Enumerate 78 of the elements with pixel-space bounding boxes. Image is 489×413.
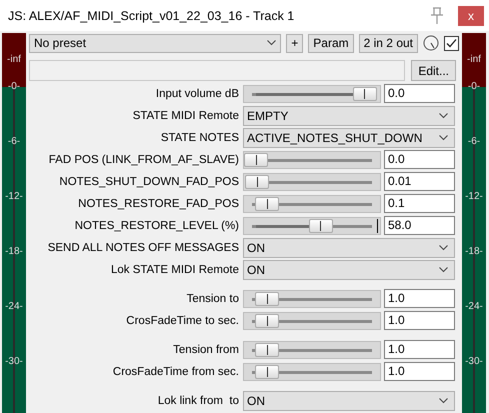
chevron-icon <box>439 266 448 272</box>
slider-track[interactable] <box>243 290 381 308</box>
chevron-icon <box>267 40 276 46</box>
dropdown[interactable]: ON <box>243 390 455 410</box>
preset-dropdown[interactable]: No preset <box>29 34 282 52</box>
slider-track[interactable] <box>243 216 381 234</box>
text-field[interactable] <box>29 60 406 81</box>
slider-track[interactable] <box>243 172 381 190</box>
pin-icon[interactable] <box>430 6 444 24</box>
meter-label: -inf <box>467 55 481 65</box>
value-field[interactable]: 1.0 <box>384 289 455 308</box>
meter-label: -18- <box>5 247 23 257</box>
dropdown[interactable]: ON <box>243 238 455 258</box>
meter-label: -30- <box>465 357 483 367</box>
slider-thumb[interactable] <box>308 218 333 232</box>
slider-thumb[interactable] <box>255 314 280 328</box>
param-label: STATE MIDI Remote <box>132 110 239 122</box>
meter-label: -12- <box>465 192 483 202</box>
slider-thumb[interactable] <box>255 342 280 356</box>
knob-icon[interactable] <box>423 35 439 51</box>
default-mark <box>377 218 378 232</box>
value-field[interactable]: 1.0 <box>384 362 455 381</box>
slider-track[interactable] <box>243 362 381 380</box>
meter-label: -24- <box>465 302 483 312</box>
slider-thumb[interactable] <box>244 152 268 166</box>
param-label: Lok STATE MIDI Remote <box>110 264 239 276</box>
chevron-icon <box>439 134 448 140</box>
meter-label: -24- <box>5 302 23 312</box>
param-label: Tension from <box>172 344 239 356</box>
slider-track[interactable] <box>243 150 381 168</box>
slider-thumb[interactable] <box>245 174 270 188</box>
chevron-icon <box>439 112 448 118</box>
dropdown[interactable]: ACTIVE_NOTES_SHUT_DOWN <box>243 128 455 148</box>
slider-thumb[interactable] <box>352 86 377 100</box>
slider-thumb[interactable] <box>255 292 280 306</box>
slider-track[interactable] <box>243 340 381 358</box>
slider-track[interactable] <box>243 312 381 330</box>
value-field[interactable]: 0.1 <box>384 194 455 213</box>
value-field[interactable]: 1.0 <box>384 340 455 359</box>
param-label: CrosFadeTime from sec. <box>112 366 239 378</box>
window-title: JS: ALEX/AF_MIDI_Script_v01_22_03_16 - Track 1 <box>8 8 296 22</box>
meter-label: -30- <box>5 357 23 367</box>
value-field[interactable]: 0.0 <box>384 150 455 169</box>
slider-thumb[interactable] <box>255 196 280 210</box>
param-label: Lok link from to <box>156 394 239 406</box>
slider-track[interactable] <box>243 194 381 212</box>
value-field[interactable]: 1.0 <box>384 311 455 330</box>
meter-label: -6- <box>468 137 480 147</box>
param-label: Input volume dB <box>154 88 239 100</box>
chevron-icon <box>439 398 448 404</box>
toolbar-button[interactable]: + <box>286 34 304 52</box>
chevron-icon <box>439 244 448 250</box>
param-label: NOTES_RESTORE_LEVEL (%) <box>74 220 239 232</box>
param-label: Tension to <box>186 292 239 304</box>
meter-label: -inf <box>7 55 21 65</box>
slider-thumb[interactable] <box>255 364 280 378</box>
param-label: CrosFadeTime to sec. <box>125 314 239 326</box>
dropdown[interactable]: ON <box>243 260 455 280</box>
param-label: NOTES_SHUT_DOWN_FAD_POS <box>58 176 239 188</box>
meter-label: -0- <box>468 82 480 92</box>
toolbar-button[interactable]: 2 in 2 out <box>358 34 418 52</box>
param-label: NOTES_RESTORE_FAD_POS <box>77 198 239 210</box>
dropdown[interactable]: EMPTY <box>243 106 455 126</box>
meter-label: -18- <box>465 247 483 257</box>
close-button[interactable]: x <box>458 6 484 26</box>
value-field[interactable]: 0.0 <box>384 84 455 103</box>
toolbar-button[interactable]: Param <box>308 34 354 52</box>
param-label: SEND ALL NOTES OFF MESSAGES <box>46 242 239 254</box>
meter-label: -12- <box>5 192 23 202</box>
edit-button[interactable]: Edit... <box>411 60 456 81</box>
value-field[interactable]: 58.0 <box>384 216 455 235</box>
slider-track[interactable] <box>243 84 381 102</box>
param-label: FAD POS (LINK_FROM_AF_SLAVE) <box>48 154 239 166</box>
checkbox[interactable] <box>444 36 459 50</box>
param-label: STATE NOTES <box>160 132 239 144</box>
value-field[interactable]: 0.01 <box>384 172 455 191</box>
meter-label: -0- <box>8 82 20 92</box>
meter-label: -6- <box>8 137 20 147</box>
